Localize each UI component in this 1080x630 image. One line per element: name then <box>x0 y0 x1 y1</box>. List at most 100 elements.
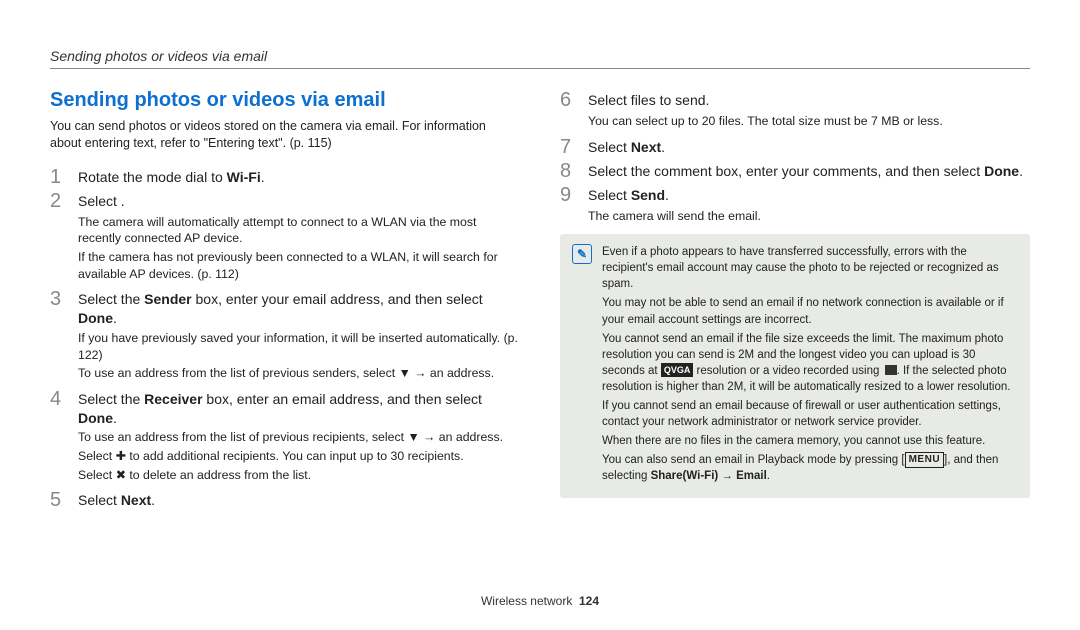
bold: Sender <box>144 291 191 307</box>
text: to delete an address from the list. <box>126 468 311 482</box>
qvga-icon: QVGA <box>661 363 694 378</box>
step-number: 3 <box>50 288 66 310</box>
sub-bullet: The camera will send the email. <box>588 208 1030 225</box>
step-number: 1 <box>50 166 66 188</box>
bold: Done <box>984 163 1019 179</box>
step-text: Select files to send. <box>588 89 1030 110</box>
text: . <box>1019 163 1023 179</box>
step-number: 4 <box>50 388 66 410</box>
down-arrow-icon: ▼ <box>399 366 411 380</box>
wifi-label: Wi-Fi <box>227 169 261 185</box>
step-4-sub: To use an address from the list of previ… <box>78 429 520 483</box>
step-number: 5 <box>50 489 66 511</box>
step-5: 5 Select Next. <box>50 489 520 511</box>
text: Rotate the mode dial to <box>78 169 227 185</box>
step-2-sub: The camera will automatically attempt to… <box>78 214 520 282</box>
down-arrow-icon: ▼ <box>407 430 419 444</box>
sub-bullet: If you have previously saved your inform… <box>78 330 520 363</box>
step-text: Select Next. <box>588 136 1030 157</box>
section-title: Sending photos or videos via email <box>50 89 520 112</box>
text: resolution or a video recorded using <box>693 365 882 377</box>
step-3: 3 Select the Sender box, enter your emai… <box>50 288 520 328</box>
text: . <box>661 139 665 155</box>
text: Select <box>588 139 631 155</box>
step-8: 8 Select the comment box, enter your com… <box>560 160 1030 182</box>
step-4: 4 Select the Receiver box, enter an emai… <box>50 388 520 428</box>
step-text: Select Send. <box>588 184 1030 205</box>
step-text: Select . <box>78 190 520 211</box>
step-1: 1 Rotate the mode dial to Wi-Fi. <box>50 166 520 188</box>
text: → an address. <box>420 430 503 444</box>
text: Select the <box>78 391 144 407</box>
page-number: 124 <box>579 594 599 608</box>
sub-bullet: Select ✖ to delete an address from the l… <box>78 467 520 484</box>
text: box, enter your email address, and then … <box>192 291 483 307</box>
text: To use an address from the list of previ… <box>78 430 407 444</box>
note-item: You cannot send an email if the file siz… <box>602 331 1018 395</box>
left-column: Sending photos or videos via email You c… <box>50 89 520 513</box>
step-9-sub: The camera will send the email. <box>588 208 1030 225</box>
note-item: When there are no files in the camera me… <box>602 433 1018 449</box>
text: . <box>767 470 770 482</box>
bold: Share(Wi-Fi) → Email <box>651 470 767 482</box>
text: . <box>113 310 117 326</box>
text: Select <box>78 492 121 508</box>
text: Select <box>78 449 116 463</box>
text: . <box>113 410 117 426</box>
bold: Done <box>78 310 113 326</box>
sub-bullet: Select ✚ to add additional recipients. Y… <box>78 448 520 465</box>
page-footer: Wireless network 124 <box>0 594 1080 608</box>
x-icon: ✖ <box>116 468 126 482</box>
menu-button-icon: MENU <box>905 452 944 468</box>
text: Select the comment box, enter your comme… <box>588 163 984 179</box>
footer-section: Wireless network <box>481 594 572 608</box>
text: You can also send an email in Playback m… <box>602 454 905 466</box>
step-number: 6 <box>560 89 576 111</box>
plus-icon: ✚ <box>116 449 126 463</box>
step-6: 6 Select files to send. <box>560 89 1030 111</box>
two-column-layout: Sending photos or videos via email You c… <box>50 89 1030 513</box>
sub-bullet: To use an address from the list of previ… <box>78 365 520 382</box>
bold: Next <box>631 139 661 155</box>
note-item: Even if a photo appears to have transfer… <box>602 244 1018 292</box>
section-intro: You can send photos or videos stored on … <box>50 118 520 152</box>
note-list: Even if a photo appears to have transfer… <box>602 244 1018 487</box>
step-9: 9 Select Send. <box>560 184 1030 206</box>
sub-bullet: If the camera has not previously been co… <box>78 249 520 282</box>
text: Select the <box>78 291 144 307</box>
sub-bullet: To use an address from the list of previ… <box>78 429 520 446</box>
step-text: Rotate the mode dial to Wi-Fi. <box>78 166 520 187</box>
text: . <box>151 492 155 508</box>
step-number: 8 <box>560 160 576 182</box>
step-text: Select the comment box, enter your comme… <box>588 160 1030 181</box>
bold: Send <box>631 187 665 203</box>
text: → an address. <box>411 366 494 380</box>
note-box: ✎ Even if a photo appears to have transf… <box>560 234 1030 497</box>
bold: Next <box>121 492 151 508</box>
header-divider <box>50 68 1030 69</box>
text: To use an address from the list of previ… <box>78 366 399 380</box>
note-item: If you cannot send an email because of f… <box>602 398 1018 430</box>
right-column: 6 Select files to send. You can select u… <box>560 89 1030 513</box>
note-icon: ✎ <box>572 244 592 264</box>
step-7: 7 Select Next. <box>560 136 1030 158</box>
film-icon <box>883 365 897 375</box>
text: Select <box>78 468 116 482</box>
step-text: Select the Sender box, enter your email … <box>78 288 520 328</box>
text: . <box>665 187 669 203</box>
sub-bullet: You can select up to 20 files. The total… <box>588 113 1030 130</box>
bold: Done <box>78 410 113 426</box>
running-header: Sending photos or videos via email <box>50 48 1030 64</box>
step-text: Select the Receiver box, enter an email … <box>78 388 520 428</box>
bold: Receiver <box>144 391 202 407</box>
text: Select <box>588 187 631 203</box>
text: . <box>261 169 265 185</box>
step-number: 9 <box>560 184 576 206</box>
note-item: You can also send an email in Playback m… <box>602 452 1018 484</box>
step-number: 7 <box>560 136 576 158</box>
step-2: 2 Select . <box>50 190 520 212</box>
step-number: 2 <box>50 190 66 212</box>
text: to add additional recipients. You can in… <box>126 449 464 463</box>
sub-bullet: The camera will automatically attempt to… <box>78 214 520 247</box>
note-item: You may not be able to send an email if … <box>602 295 1018 327</box>
